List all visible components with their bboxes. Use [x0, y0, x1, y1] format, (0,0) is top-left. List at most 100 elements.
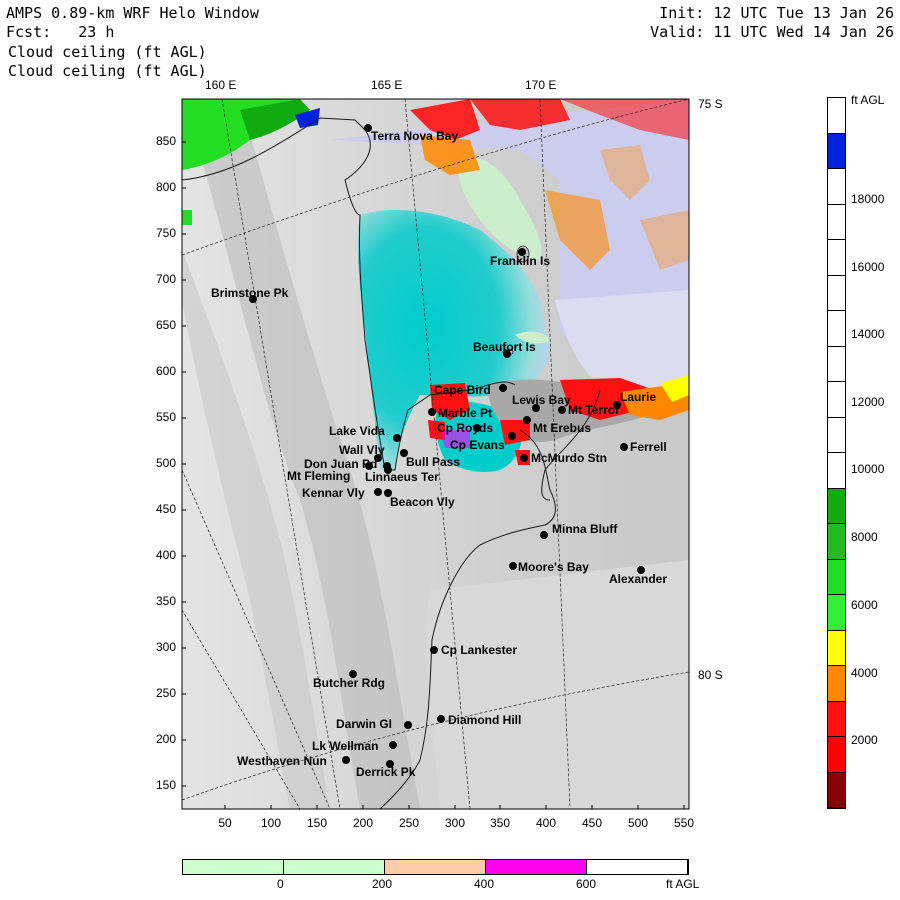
- place-label: Linnaeus Ter: [365, 470, 439, 484]
- place-label: Butcher Rdg: [313, 676, 385, 690]
- place-label: Lk Wellman: [312, 739, 378, 753]
- ice-shelf: [425, 560, 689, 809]
- lon-label-160: 160 E: [205, 78, 237, 92]
- place-marker: [374, 488, 382, 496]
- colorbar-segment: [828, 382, 845, 418]
- colorbar-segment: [828, 524, 845, 560]
- place-marker: [393, 434, 401, 442]
- colorbar-segment: [828, 133, 845, 169]
- place-marker: [620, 443, 628, 451]
- colorbar-segment: [828, 488, 845, 524]
- y-tick-label: 200: [155, 732, 176, 746]
- place-label: Mt Erebus: [533, 421, 591, 435]
- x-tick-label: 500: [627, 816, 649, 830]
- y-tick-label: 800: [155, 180, 176, 194]
- place-label: Diamond Hill: [448, 713, 521, 727]
- colorbar-bottom-unit: ft AGL: [666, 877, 700, 891]
- y-tick-label: 600: [155, 364, 176, 378]
- y-tick-label: 550: [155, 410, 176, 424]
- y-tick-label: 400: [155, 548, 176, 562]
- colorbar-segment: [828, 559, 845, 595]
- colorbar-segment: [828, 701, 845, 737]
- place-label: Brimstone Pk: [211, 286, 289, 300]
- place-label: Lewis Bay: [512, 393, 571, 407]
- colorbar-segment: [828, 737, 845, 773]
- colorbar-right-title: ft AGL: [851, 93, 885, 107]
- colorbar-bottom-label-200: 200: [372, 877, 393, 891]
- colorbar-bottom-label-400: 400: [474, 877, 495, 891]
- colorbar-segment: [828, 240, 845, 276]
- place-label: Ferrell: [630, 440, 667, 454]
- colorbar-segment: [183, 860, 284, 874]
- place-marker: [509, 562, 517, 570]
- y-tick-label: 850: [155, 134, 176, 148]
- place-marker: [523, 416, 531, 424]
- colorbar-right-label: 18000: [851, 192, 885, 206]
- colorbar-segment: [828, 311, 845, 347]
- colorbar-right: [827, 97, 846, 809]
- colorbar-segment: [587, 860, 688, 874]
- colorbar-right-label: 14000: [851, 327, 885, 341]
- map-panel: Terra Nova Bay Franklin Is Brimstone Pk Bea…: [181, 98, 690, 810]
- x-tick-label: 150: [306, 816, 328, 830]
- place-label: Terra Nova Bay: [371, 129, 458, 143]
- lat-label-80s: 80 S: [698, 668, 723, 682]
- place-label: Kennar Vly: [302, 486, 365, 500]
- place-marker: [342, 756, 350, 764]
- place-label: Westhaven Nun: [237, 754, 327, 768]
- x-tick-label: 200: [352, 816, 374, 830]
- y-tick-label: 350: [155, 594, 176, 608]
- colorbar-segment: [486, 860, 587, 874]
- x-tick-label: 250: [398, 816, 420, 830]
- colorbar-segment: [385, 860, 486, 874]
- y-tick-label: 650: [155, 318, 176, 332]
- colorbar-segment: [828, 346, 845, 382]
- colorbar-segment: [828, 275, 845, 311]
- place-label: Cp Evans: [450, 438, 505, 452]
- y-tick-label: 500: [155, 456, 176, 470]
- colorbar-right-label: 10000: [851, 462, 885, 476]
- place-label: McMurdo Stn: [531, 451, 607, 465]
- colorbar-bottom-label-0: 0: [277, 877, 284, 891]
- lat-label-75s: 75 S: [698, 97, 723, 111]
- colorbar-segment: [828, 666, 845, 702]
- place-marker: [499, 384, 507, 392]
- place-marker: [558, 406, 566, 414]
- place-label: Moore's Bay: [518, 560, 589, 574]
- colorbar-bottom-label-600: 600: [576, 877, 597, 891]
- place-label: Cape Bird: [434, 383, 491, 397]
- place-label: Franklin Is: [490, 254, 550, 268]
- colorbar-right-label: 4000: [851, 666, 878, 680]
- place-label: Darwin Gl: [336, 717, 392, 731]
- colorbar-segment: [828, 98, 845, 134]
- place-label: Bull Pass: [406, 455, 460, 469]
- x-tick-label: 450: [581, 816, 603, 830]
- place-label: Wall Vly: [339, 443, 385, 457]
- place-marker: [404, 721, 412, 729]
- place-label: Lake Vida: [329, 424, 385, 438]
- place-marker: [428, 408, 436, 416]
- y-tick-label: 700: [155, 272, 176, 286]
- colorbar-right-label: 8000: [851, 530, 878, 544]
- colorbar-segment: [828, 595, 845, 631]
- place-marker: [389, 741, 397, 749]
- place-label: Beacon Vly: [390, 495, 455, 509]
- x-tick-label: 550: [673, 816, 695, 830]
- place-label: Derrick Pk: [356, 765, 416, 779]
- colorbar-segment: [828, 630, 845, 666]
- place-label: Laurie: [620, 390, 656, 404]
- place-marker: [540, 531, 548, 539]
- colorbar-right-label: 2000: [851, 733, 878, 747]
- colorbar-segment: [284, 860, 385, 874]
- place-label: Minna Bluff: [552, 522, 618, 536]
- x-tick-label: 400: [535, 816, 557, 830]
- x-tick-label: 50: [218, 816, 232, 830]
- colorbar-segment: [828, 417, 845, 453]
- y-tick-label: 750: [155, 226, 176, 240]
- place-label: Beaufort Is: [473, 340, 536, 354]
- place-label: Marble Pt: [438, 406, 492, 420]
- y-tick-label: 150: [155, 778, 176, 792]
- place-label: Cp Lankester: [441, 643, 517, 657]
- place-marker: [430, 646, 438, 654]
- x-tick-label: 300: [444, 816, 466, 830]
